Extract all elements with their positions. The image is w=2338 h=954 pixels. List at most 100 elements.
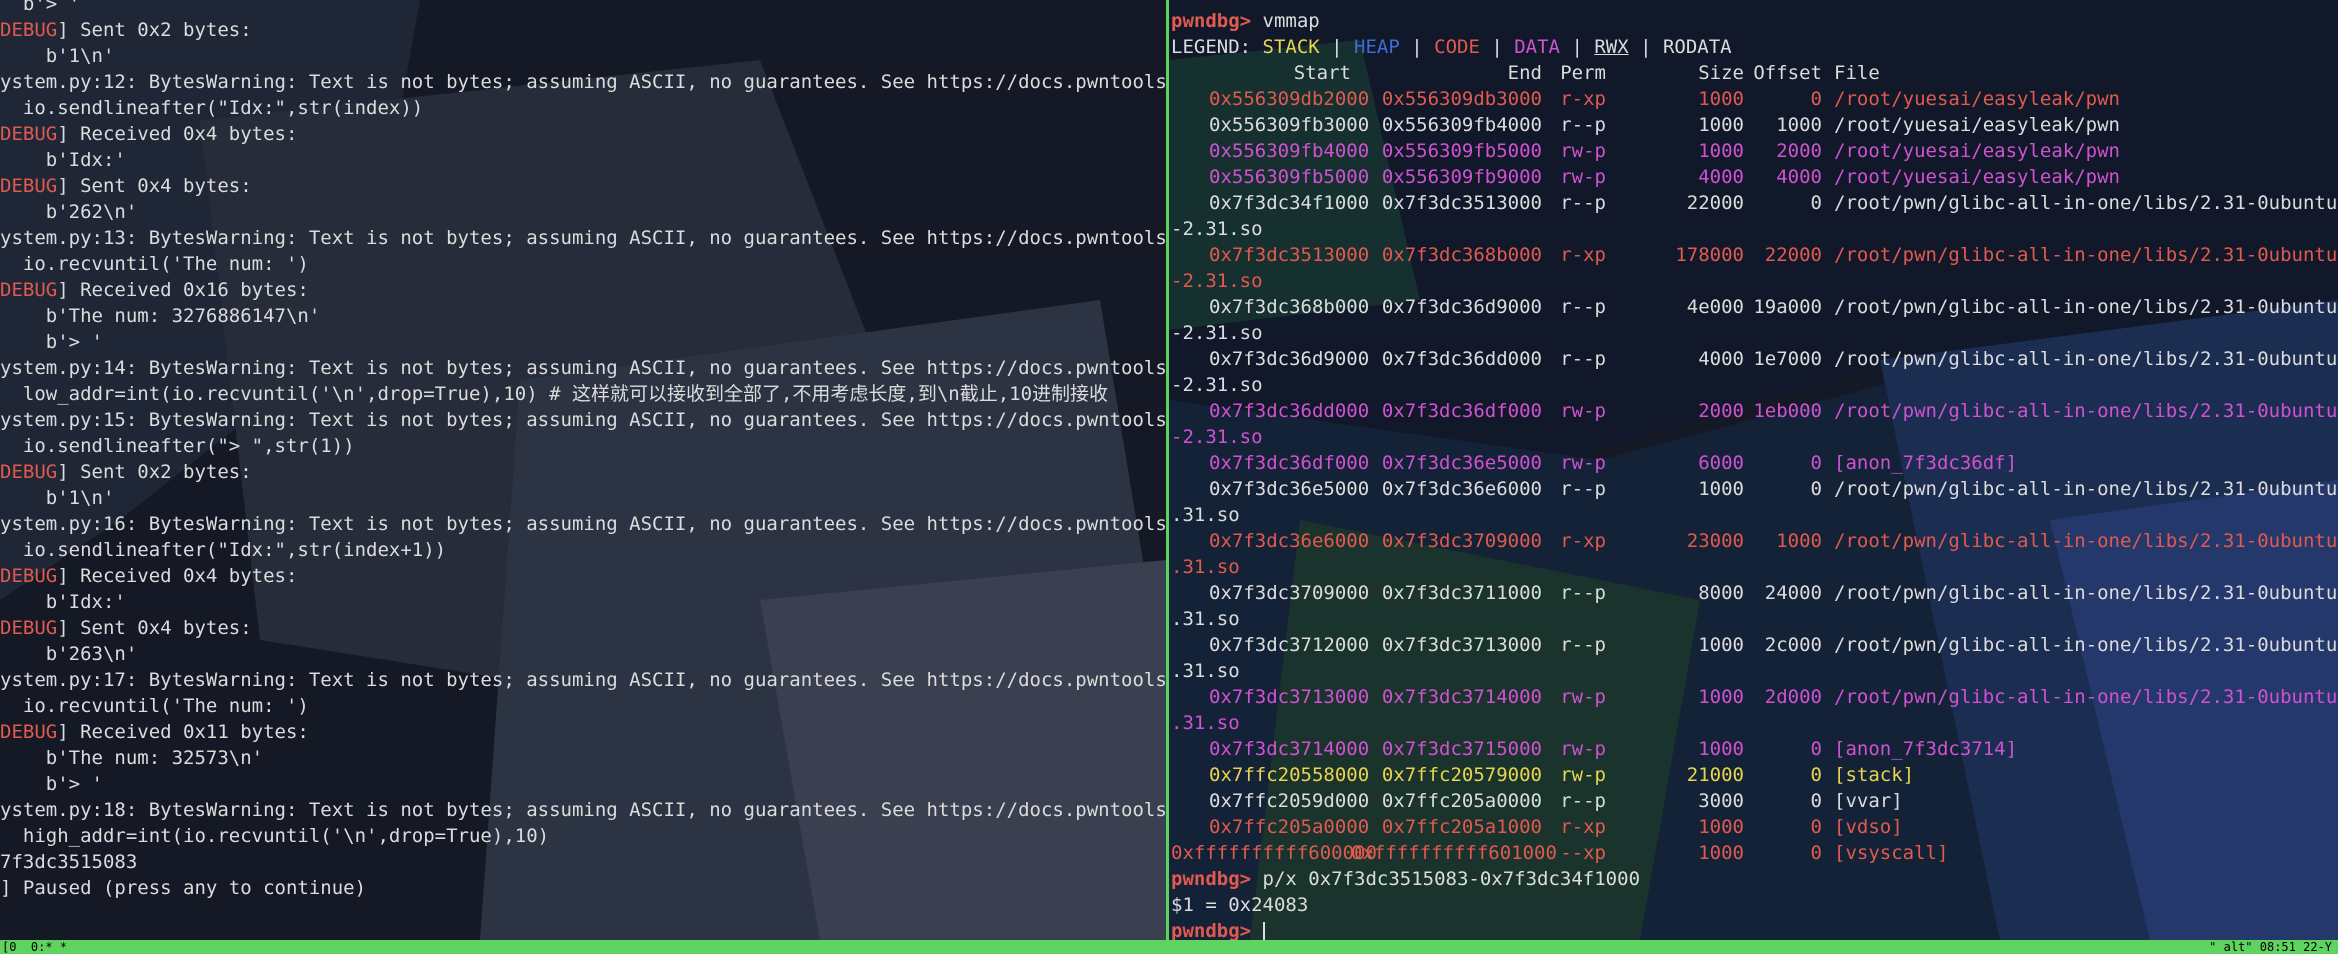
vmmap-command-line: pwndbg> vmmap xyxy=(1171,8,2338,34)
terminal-line: DEBUG] Received 0x4 bytes: xyxy=(0,121,1166,147)
vmmap-perm: r--p xyxy=(1560,296,1606,318)
vmmap-size: 2000 xyxy=(1698,400,1744,422)
vmmap-file: [stack] xyxy=(1834,764,1915,786)
vmmap-start: 0x7f3dc3709000 xyxy=(1209,582,1370,604)
vmmap-perm: rw-p xyxy=(1560,400,1606,422)
vmmap-end: 0x7f3dc36dd000 xyxy=(1381,348,1542,370)
vmmap-row: 0x7f3dc3714000 0x7f3dc3715000 rw-p 1000 0 [an… xyxy=(1171,736,2338,762)
terminal-line: b'263\n' xyxy=(0,643,138,665)
vmmap-perm: rw-p xyxy=(1560,686,1606,708)
vmmap-row: 0x7ffc20558000 0x7ffc20579000 rw-p 21000 0 [s… xyxy=(1171,762,2338,788)
vmmap-perm: r--p xyxy=(1560,192,1606,214)
vmmap-file: [anon_7f3dc36df] xyxy=(1834,452,2018,474)
terminal-line: ] Paused (press any to continue) xyxy=(0,877,367,899)
vmmap-offset: 0 xyxy=(1810,842,1822,864)
vmmap-size: 1000 xyxy=(1698,842,1744,864)
debug-tag: DEBUG] Received 0x16 bytes: xyxy=(0,279,309,301)
vmmap-perm: r-xp xyxy=(1560,244,1606,266)
vmmap-row: 0x7f3dc36d9000 0x7f3dc36dd000 r--p 4000 1e70… xyxy=(1171,346,2338,372)
vmmap-offset: 0 xyxy=(1810,790,1822,812)
vmmap-row: 0x7f3dc3713000 0x7f3dc3714000 rw-p 1000 2d00… xyxy=(1171,684,2338,710)
vmmap-size: 178000 xyxy=(1675,244,1744,266)
vmmap-offset: 0 xyxy=(1810,452,1822,474)
vmmap-file: /root/pwn/glibc-all-in-one/libs/2.31-0ub… xyxy=(1834,400,2338,422)
vmmap-end: 0x7f3dc3709000 xyxy=(1381,530,1542,552)
legend-prefix: LEGEND: xyxy=(1171,36,1263,58)
terminal-line: DEBUG] Sent 0x4 bytes: xyxy=(0,615,1166,641)
vmmap-row: 0x7f3dc34f1000 0x7f3dc3513000 r--p 22000 0/r… xyxy=(1171,190,2338,216)
vmmap-row-wrap: -2.31.so xyxy=(1171,322,1263,344)
legend-stack: STACK xyxy=(1262,36,1320,58)
vmmap-perm: rw-p xyxy=(1560,452,1606,474)
vmmap-row: 0x7ffc2059d000 0x7ffc205a0000 r--p 3000 0 [vv… xyxy=(1171,788,2338,814)
vmmap-row: 0xffffffffff6000000xffffffffff601000 --xp… xyxy=(1171,840,2338,866)
vmmap-row-wrap: -2.31.so xyxy=(1171,270,1263,292)
vmmap-end: 0x7f3dc368b000 xyxy=(1381,244,1542,266)
vmmap-end: 0xffffffffff601000 xyxy=(1351,842,1557,864)
vmmap-size: 22000 xyxy=(1686,192,1744,214)
legend-sep: | xyxy=(1560,36,1595,58)
vmmap-size: 8000 xyxy=(1698,582,1744,604)
vmmap-row: 0x7ffc205a0000 0x7ffc205a1000 r-xp 1000 0 [vd… xyxy=(1171,814,2338,840)
text-cursor[interactable] xyxy=(1262,921,1265,940)
vmmap-offset: 0 xyxy=(1810,478,1822,500)
vmmap-offset: 4000 xyxy=(1776,166,1822,188)
vmmap-start: 0x7f3dc368b000 xyxy=(1209,296,1370,318)
terminal-line: b'The num: 32573\n' xyxy=(0,747,264,769)
terminal-line: b'Idx:' xyxy=(0,591,126,613)
vmmap-offset: 2000 xyxy=(1776,140,1822,162)
terminal-line: 7f3dc3515083 xyxy=(0,851,138,873)
vmmap-perm: r--p xyxy=(1560,114,1606,136)
vmmap-offset: 0 xyxy=(1810,816,1822,838)
terminal-line: b'> ' xyxy=(0,773,103,795)
legend-rodata: RODATA xyxy=(1662,36,1732,58)
vmmap-file: /root/yuesai/easyleak/pwn xyxy=(1834,140,2120,162)
terminal-line: low_addr=int(io.recvuntil('\n',drop=True… xyxy=(0,383,1109,405)
vmmap-start: 0x7f3dc36d9000 xyxy=(1209,348,1370,370)
vmmap-file: /root/pwn/glibc-all-in-one/libs/2.31-0ub… xyxy=(1834,296,2338,318)
terminal-line: b'262\n' xyxy=(0,201,138,223)
right-terminal-pane[interactable]: pwndbg> vmmap LEGEND: STACK | HEAP | COD… xyxy=(1169,0,2338,940)
terminal-line: DEBUG] Sent 0x2 bytes: xyxy=(0,459,1166,485)
vmmap-row: 0x7f3dc368b000 0x7f3dc36d9000 r--p 4e000 19a… xyxy=(1171,294,2338,320)
vmmap-start: 0x7ffc2059d000 xyxy=(1209,790,1370,812)
vmmap-end: 0x556309db3000 xyxy=(1381,88,1542,110)
tmux-status-bar: [0 0:* * " alt" 08:51 22-Y xyxy=(0,940,2338,954)
terminal-line: ystem.py:13: BytesWarning: Text is not b… xyxy=(0,227,1166,249)
header-offset: Offset xyxy=(1753,62,1822,84)
vmmap-end: 0x556309fb4000 xyxy=(1381,114,1542,136)
status-right: " alt" 08:51 22-Y xyxy=(2209,940,2332,954)
vmmap-size: 4000 xyxy=(1698,348,1744,370)
terminal-line: io.recvuntil('The num: ') xyxy=(0,695,309,717)
vmmap-start: 0x7f3dc36e6000 xyxy=(1209,530,1370,552)
vmmap-file: /root/pwn/glibc-all-in-one/libs/2.31-0ub… xyxy=(1834,582,2338,604)
vmmap-perm: r--p xyxy=(1560,478,1606,500)
vmmap-start: 0x7f3dc3712000 xyxy=(1209,634,1370,656)
terminal-line: ystem.py:15: BytesWarning: Text is not b… xyxy=(0,409,1166,431)
left-terminal-pane[interactable]: b'> ' DEBUG] Sent 0x2 bytes: b'1\n' ystem.… xyxy=(0,0,1166,940)
input-prompt-line[interactable]: pwndbg> xyxy=(1171,918,2338,940)
vmmap-row-wrap: .31.so xyxy=(1171,712,1240,734)
vmmap-offset: 22000 xyxy=(1764,244,1822,266)
vmmap-row: 0x556309fb5000 0x556309fb9000 rw-p 4000 4000… xyxy=(1171,164,2338,190)
vmmap-perm: r--p xyxy=(1560,348,1606,370)
pwndbg-prompt: pwndbg> xyxy=(1171,920,1252,940)
pwndbg-prompt: pwndbg> xyxy=(1171,868,1252,890)
header-file: File xyxy=(1834,62,1880,84)
vmmap-end: 0x7f3dc36e6000 xyxy=(1381,478,1542,500)
terminal-line: b'1\n' xyxy=(0,45,115,67)
vmmap-start: 0x556309fb4000 xyxy=(1209,140,1370,162)
vmmap-start: 0x7f3dc3713000 xyxy=(1209,686,1370,708)
legend-sep: | xyxy=(1319,36,1355,58)
calc-command: p/x 0x7f3dc3515083-0x7f3dc34f1000 xyxy=(1251,868,1641,890)
vmmap-file: /root/pwn/glibc-all-in-one/libs/2.31-0ub… xyxy=(1834,686,2338,708)
vmmap-perm: r-xp xyxy=(1560,816,1606,838)
vmmap-file: /root/pwn/glibc-all-in-one/libs/2.31-0ub… xyxy=(1834,192,2338,214)
legend-data: DATA xyxy=(1514,36,1560,58)
terminal-line: b'> ' xyxy=(0,0,81,15)
vmmap-start: 0x7f3dc36dd000 xyxy=(1209,400,1370,422)
terminal-line: DEBUG] Received 0x4 bytes: xyxy=(0,563,1166,589)
vmmap-offset: 2c000 xyxy=(1764,634,1822,656)
vmmap-end: 0x7f3dc3713000 xyxy=(1381,634,1542,656)
legend-heap: HEAP xyxy=(1354,36,1400,58)
